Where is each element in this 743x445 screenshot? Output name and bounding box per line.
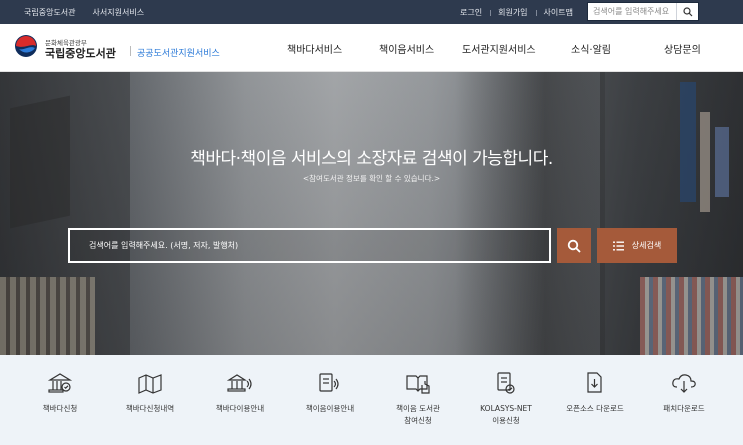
- quick-item-patch-download[interactable]: 패치다운로드: [638, 355, 730, 445]
- quick-item-label: 책이음이용안내: [305, 404, 355, 413]
- nav-library-support[interactable]: 도서관지원서비스: [462, 41, 536, 56]
- advanced-search-label: 상세검색: [631, 241, 662, 250]
- quick-item-chaekbada-guide[interactable]: 책바다이용안내: [194, 355, 286, 445]
- quick-item-label: 책바다이용안내: [215, 404, 265, 413]
- top-search-button[interactable]: [676, 3, 698, 20]
- quick-item-label: 책이음 도서관 참여신청: [396, 404, 440, 425]
- quick-item-label: KOLASYS-NET 이용신청: [480, 404, 532, 425]
- login-link[interactable]: 로그인: [452, 7, 490, 18]
- top-right-links: 로그인 회원가입 사이트맵: [452, 0, 581, 24]
- signup-link[interactable]: 회원가입: [490, 7, 535, 18]
- main-search-box: [68, 228, 551, 263]
- quick-menu: 책바다신청 책바다신청내역 책바다이용안내 책이음이용안내 책이음 도서관 참여…: [0, 355, 743, 445]
- quick-item-chaekieum-guide[interactable]: 책이음이용안내: [284, 355, 376, 445]
- cloud-download-icon: [672, 374, 696, 393]
- top-search: [587, 2, 699, 21]
- library-logo-icon: [15, 35, 37, 57]
- book-map-icon: [138, 374, 162, 394]
- quick-item-label: 책바다신청: [42, 404, 78, 413]
- hero-banner: 책바다·책이음 서비스의 소장자료 검색이 가능합니다. <참여도서관 정보를 …: [0, 72, 743, 355]
- hero-title: 책바다·책이음 서비스의 소장자료 검색이 가능합니다.: [190, 149, 553, 169]
- book-hand-icon: [406, 375, 430, 394]
- library-building-icon: [47, 373, 73, 393]
- book-row-decor: [640, 277, 743, 355]
- book-spine-decor: [680, 82, 696, 202]
- quick-item-label: 책바다신청내역: [125, 404, 175, 413]
- shelf-center-shadow: [455, 72, 605, 355]
- nav-chaekbada[interactable]: 책바다서비스: [287, 41, 342, 56]
- library-speaker-icon: [227, 374, 252, 392]
- advanced-search-button[interactable]: 상세검색: [597, 228, 677, 263]
- main-header: 문화체육관광부 국립중앙도서관 공공도서관지원서비스 책바다서비스 책이음서비스…: [0, 24, 743, 72]
- nav-chaekieum[interactable]: 책이음서비스: [379, 41, 434, 56]
- top-left-links: 국립중앙도서관 사서지원서비스: [24, 0, 144, 24]
- nav-consulting[interactable]: 상담문의: [664, 41, 701, 56]
- hero-subtitle[interactable]: <참여도서관 정보를 확인 할 수 있습니다.>: [0, 173, 743, 184]
- sitemap-link[interactable]: 사이트맵: [535, 7, 581, 18]
- nav-news[interactable]: 소식·알림: [571, 41, 611, 56]
- quick-item-label: 오픈소스 다운로드: [566, 404, 624, 413]
- quick-item-chaekbada-apply[interactable]: 책바다신청: [14, 355, 106, 445]
- quick-item-opensource-download[interactable]: 오픈소스 다운로드: [549, 355, 641, 445]
- document-check-icon: [497, 372, 515, 394]
- quick-item-kolasys-apply[interactable]: KOLASYS-NET 이용신청: [460, 355, 552, 445]
- top-search-input[interactable]: [588, 3, 676, 20]
- logo-divider: [130, 46, 131, 56]
- card-speaker-icon: [319, 373, 339, 392]
- file-download-icon: [587, 372, 602, 393]
- library-name: 국립중앙도서관: [45, 47, 116, 60]
- quick-item-chaekbada-history[interactable]: 책바다신청내역: [104, 355, 196, 445]
- list-icon: [612, 241, 624, 250]
- search-icon: [567, 239, 581, 253]
- service-name: 공공도서관지원서비스: [137, 49, 220, 59]
- link-national-library[interactable]: 국립중앙도서관: [24, 7, 76, 18]
- search-icon: [682, 6, 692, 16]
- book-row-decor: [0, 277, 95, 355]
- link-librarian-support[interactable]: 사서지원서비스: [93, 7, 145, 18]
- top-utility-bar: 국립중앙도서관 사서지원서비스 로그인 회원가입 사이트맵: [0, 0, 743, 24]
- quick-item-label: 패치다운로드: [663, 404, 705, 413]
- quick-item-chaekieum-join[interactable]: 책이음 도서관 참여신청: [372, 355, 464, 445]
- main-search-input[interactable]: [70, 230, 549, 261]
- main-search-button[interactable]: [557, 228, 591, 263]
- site-logo[interactable]: 문화체육관광부 국립중앙도서관 공공도서관지원서비스: [14, 34, 220, 60]
